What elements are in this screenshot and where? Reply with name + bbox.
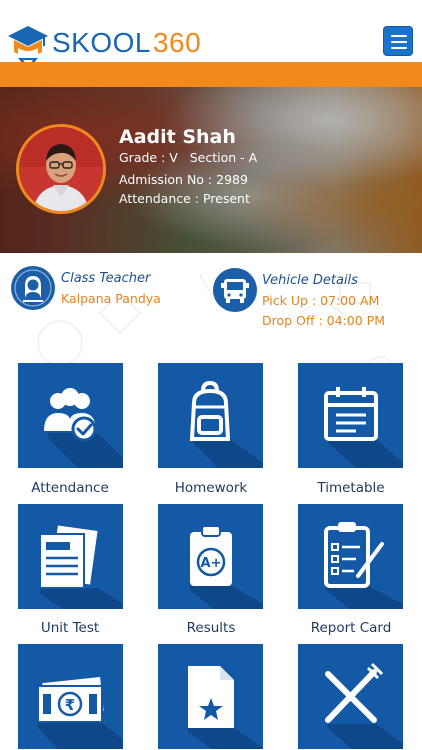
report-card-label: Report Card: [310, 620, 392, 636]
menu-button[interactable]: [383, 26, 413, 56]
calendar-icon: [324, 387, 403, 468]
unit-test-label: Unit Test: [40, 620, 100, 636]
timetable-label: Timetable: [317, 480, 385, 496]
student-grade-section: Grade : V Section - A: [119, 150, 258, 165]
attendance-label: Attendance: [31, 480, 109, 496]
class-teacher-name: Kalpana Pandya: [61, 291, 161, 306]
svg-text:₹: ₹: [65, 696, 75, 714]
star-document-icon: [188, 666, 263, 749]
fork-knife-icon: [325, 662, 403, 749]
report-card-tile[interactable]: [298, 504, 403, 609]
attendance-group-check-icon: [44, 388, 123, 468]
homework-label: Homework: [174, 480, 248, 496]
brand-name-part2: 360: [152, 27, 202, 58]
rupee-banknotes-icon: ₹: [37, 677, 123, 749]
student-name: Aadit Shah: [119, 126, 236, 148]
vehicle-pickup-time: Pick Up : 07:00 AM: [262, 293, 380, 308]
attendance-tile[interactable]: [18, 363, 123, 468]
fees-tile[interactable]: ₹: [18, 644, 123, 749]
brand-logo-text: SKOOL360: [52, 26, 201, 60]
bus-icon: [213, 268, 257, 312]
teacher-icon: [11, 266, 55, 310]
class-teacher-title: Class Teacher: [61, 271, 151, 286]
student-admission-no: Admission No : 2989: [119, 172, 248, 187]
student-avatar[interactable]: [16, 124, 106, 214]
brand-name-part1: SKOOL: [52, 27, 151, 58]
unit-test-tile[interactable]: [18, 504, 123, 609]
checklist-clipboard-icon: [324, 522, 403, 609]
backpack-icon: [189, 380, 263, 468]
student-photo: [19, 127, 103, 211]
homework-tile[interactable]: [158, 363, 263, 468]
app-header: SKOOL360: [0, 0, 422, 70]
svg-text:A+: A+: [201, 556, 222, 571]
vehicle-details-title: Vehicle Details: [262, 273, 358, 288]
student-attendance-status: Attendance : Present: [119, 191, 250, 206]
hamburger-line: [391, 47, 407, 49]
canteen-tile[interactable]: [298, 644, 403, 749]
grade-clipboard-icon: A+: [190, 525, 263, 609]
hamburger-line: [391, 41, 407, 43]
timetable-tile[interactable]: [298, 363, 403, 468]
results-label: Results: [186, 620, 236, 636]
vehicle-dropoff-time: Drop Off : 04:00 PM: [262, 313, 385, 328]
header-accent-bar: [0, 62, 422, 87]
documents-tile[interactable]: [158, 644, 263, 749]
hamburger-menu-icon: [391, 35, 407, 37]
test-papers-icon: [39, 525, 123, 609]
results-tile[interactable]: A+: [158, 504, 263, 609]
